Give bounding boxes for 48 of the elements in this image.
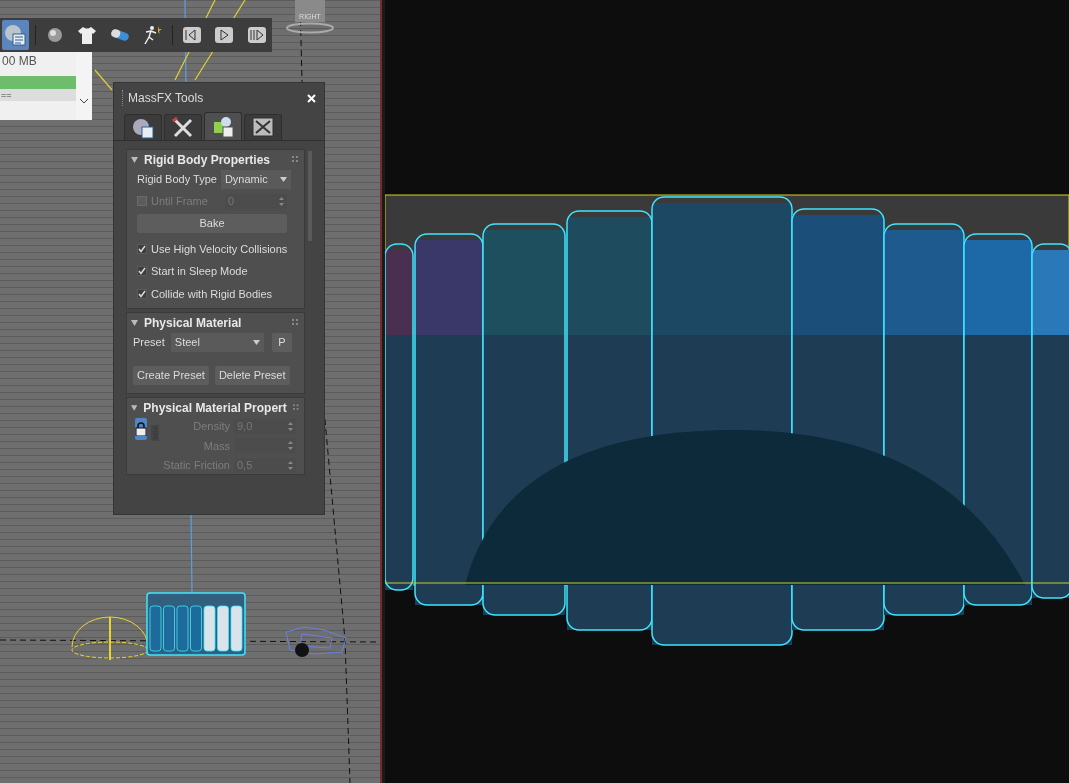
- collapse-triangle-icon[interactable]: [131, 405, 138, 411]
- dropdown-caret-icon: [279, 177, 287, 182]
- delete-preset-button[interactable]: Delete Preset: [214, 366, 290, 385]
- chevron-down-icon: [80, 98, 88, 104]
- pick-button[interactable]: P: [271, 333, 292, 352]
- spinner-arrows-icon: [279, 196, 284, 206]
- spinner-arrows-icon: [288, 460, 293, 470]
- grip-dots-icon: [292, 404, 300, 412]
- checkbox[interactable]: [137, 243, 147, 254]
- grip-dots-icon: [292, 156, 300, 164]
- dropdown-caret-icon: [252, 340, 260, 345]
- scrollbar[interactable]: [76, 52, 92, 120]
- close-icon: [307, 93, 316, 103]
- panel-title: MassFX Tools: [128, 90, 205, 107]
- rollout-title[interactable]: Physical Material: [144, 314, 286, 332]
- panel-tab[interactable]: [124, 114, 162, 140]
- spinner-arrows-icon: [288, 421, 293, 431]
- option-label: Collide with Rigid Bodies: [151, 286, 273, 302]
- checkbox[interactable]: [137, 288, 147, 299]
- panel-tab[interactable]: [244, 114, 282, 140]
- create-preset-button[interactable]: Create Preset: [133, 366, 209, 385]
- lock-button[interactable]: [135, 418, 147, 440]
- field-label: Rigid Body Type: [137, 172, 217, 188]
- collapse-triangle-icon[interactable]: [131, 320, 138, 326]
- bake-button[interactable]: Bake: [137, 213, 287, 233]
- footer-text: ==: [0, 89, 76, 101]
- preset-dropdown[interactable]: Steel: [170, 333, 264, 352]
- camera-drawing: [284, 624, 348, 660]
- checkbox[interactable]: [137, 266, 147, 277]
- ragdoll-icon: [141, 24, 164, 46]
- option-label: Use High Velocity Collisions: [151, 241, 288, 257]
- collapse-triangle-icon[interactable]: [131, 157, 138, 163]
- spinner-arrows-icon: [288, 441, 293, 451]
- panel-tab[interactable]: [204, 112, 242, 140]
- shirt-icon: [76, 24, 99, 46]
- rollout-title[interactable]: Rigid Body Properties: [144, 151, 286, 169]
- type-dropdown[interactable]: Dynamic: [220, 170, 291, 189]
- option-label: Start in Sleep Mode: [151, 264, 248, 279]
- rollout-title[interactable]: Physical Material Propert: [143, 399, 287, 417]
- panel-tab[interactable]: [164, 114, 202, 140]
- close-button[interactable]: [307, 93, 316, 103]
- cubes-icon: [211, 115, 235, 138]
- toolbar-button[interactable]: [2, 20, 29, 50]
- grip-dots-icon: [292, 319, 300, 327]
- memory-label: 00 MB: [1, 53, 38, 70]
- padlock-icon: [135, 422, 147, 436]
- field-label: Preset: [133, 335, 165, 351]
- viewcube-ring-icon[interactable]: [285, 22, 335, 34]
